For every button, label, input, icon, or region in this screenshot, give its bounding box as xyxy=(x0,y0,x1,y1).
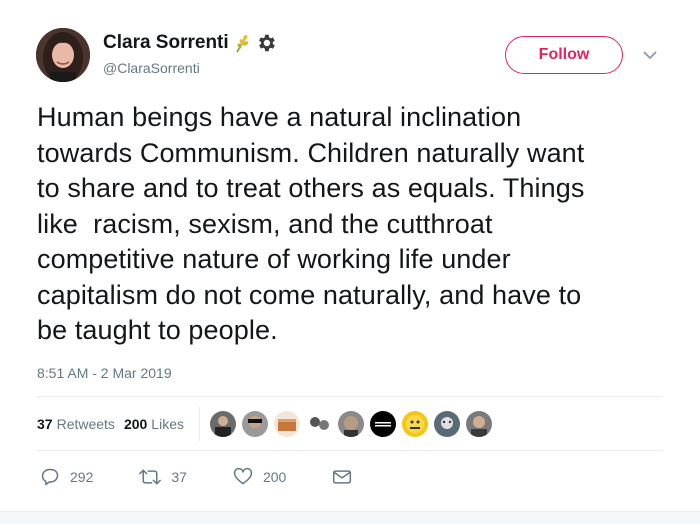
heart-icon xyxy=(233,467,253,485)
liker-avatar[interactable] xyxy=(273,411,300,437)
liker-facepile xyxy=(209,411,498,437)
author-name-text: Clara Sorrenti xyxy=(103,32,229,53)
retweet-icon xyxy=(139,469,162,485)
reply-count: 292 xyxy=(70,469,94,485)
retweet-button[interactable]: 37 xyxy=(139,467,187,487)
reply-icon xyxy=(41,468,59,486)
liker-avatar[interactable] xyxy=(433,411,460,437)
liker-avatar[interactable] xyxy=(241,411,268,437)
retweets-label: Retweets xyxy=(56,416,115,432)
author-handle[interactable]: @ClaraSorrenti xyxy=(103,60,200,76)
follow-button[interactable]: Follow xyxy=(505,36,623,74)
reply-button[interactable]: 292 xyxy=(40,467,93,487)
likes-count: 200 xyxy=(123,416,148,432)
retweets-stat[interactable]: 37 Retweets xyxy=(37,416,115,432)
divider xyxy=(36,396,662,397)
liker-avatar[interactable] xyxy=(465,411,492,437)
tweet-stats: 37 Retweets 200 Likes xyxy=(37,407,498,441)
gear-icon xyxy=(255,32,277,54)
liker-avatar[interactable] xyxy=(305,411,332,437)
liker-avatar[interactable] xyxy=(401,411,428,437)
tweet-actions: 292 37 200 xyxy=(40,466,408,488)
liker-avatar[interactable] xyxy=(209,411,236,437)
like-count: 200 xyxy=(262,469,287,485)
tweet-text: Human beings have a natural inclination … xyxy=(37,102,585,345)
tweet-timestamp[interactable]: 8:51 AM - 2 Mar 2019 xyxy=(37,365,172,381)
likes-stat[interactable]: 200 Likes xyxy=(124,416,184,432)
chevron-down-icon[interactable] xyxy=(640,48,660,62)
retweet-count: 37 xyxy=(171,469,187,485)
likes-label: Likes xyxy=(151,416,184,432)
liker-avatar[interactable] xyxy=(337,411,364,437)
divider xyxy=(36,450,662,451)
stats-separator xyxy=(198,407,200,441)
avatar[interactable] xyxy=(36,28,90,82)
retweets-count: 37 xyxy=(37,416,53,432)
author-name[interactable]: Clara Sorrenti xyxy=(103,32,277,54)
wheat-icon xyxy=(233,33,251,53)
like-button[interactable]: 200 xyxy=(233,467,286,487)
direct-message-button[interactable] xyxy=(332,468,362,486)
tweet-card: Clara Sorrenti @ClaraSorrenti Follow Hum… xyxy=(0,0,700,524)
envelope-icon xyxy=(333,470,352,484)
liker-avatar[interactable] xyxy=(369,411,396,437)
card-footer xyxy=(0,511,700,524)
